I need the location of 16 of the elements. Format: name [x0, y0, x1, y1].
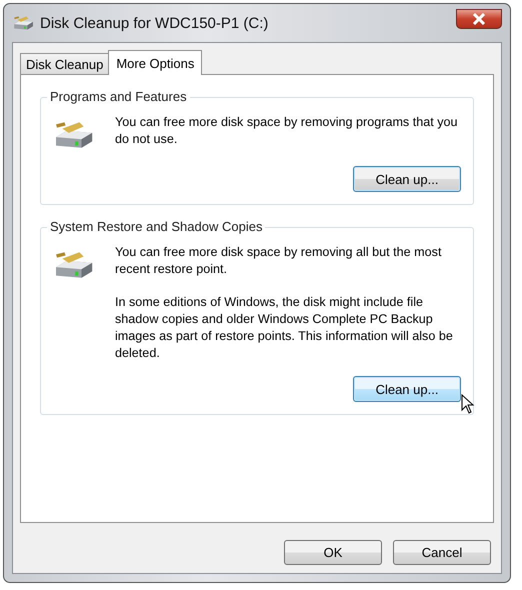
dialog-button[interactable]: OK [284, 540, 382, 565]
clean-up-button[interactable]: Clean up... [353, 166, 461, 192]
description: In some editions of Windows, the disk might include file shadow copies and older Windows Complete PC Backup images as part of restore points. This information will also be deleted. [115, 294, 454, 362]
tab[interactable]: More Options [108, 50, 202, 75]
group-title: System Restore and Shadow Copies [47, 219, 266, 234]
drive-icon [12, 14, 34, 32]
tab[interactable]: Disk Cleanup [20, 53, 110, 74]
description: You can free more disk space by removing programs that you do not use. [115, 114, 459, 148]
clean-up-button[interactable]: Clean up... [353, 376, 461, 402]
close-icon [472, 13, 486, 25]
group-title: Programs and Features [47, 89, 190, 104]
dialog-button[interactable]: Cancel [393, 540, 491, 565]
cursor-icon [461, 394, 475, 414]
close-button[interactable] [456, 9, 502, 29]
window-title: Disk Cleanup for WDC150-P1 (C:) [40, 14, 268, 32]
description: You can free more disk space by removing all but the most recent restore point. [115, 244, 442, 278]
